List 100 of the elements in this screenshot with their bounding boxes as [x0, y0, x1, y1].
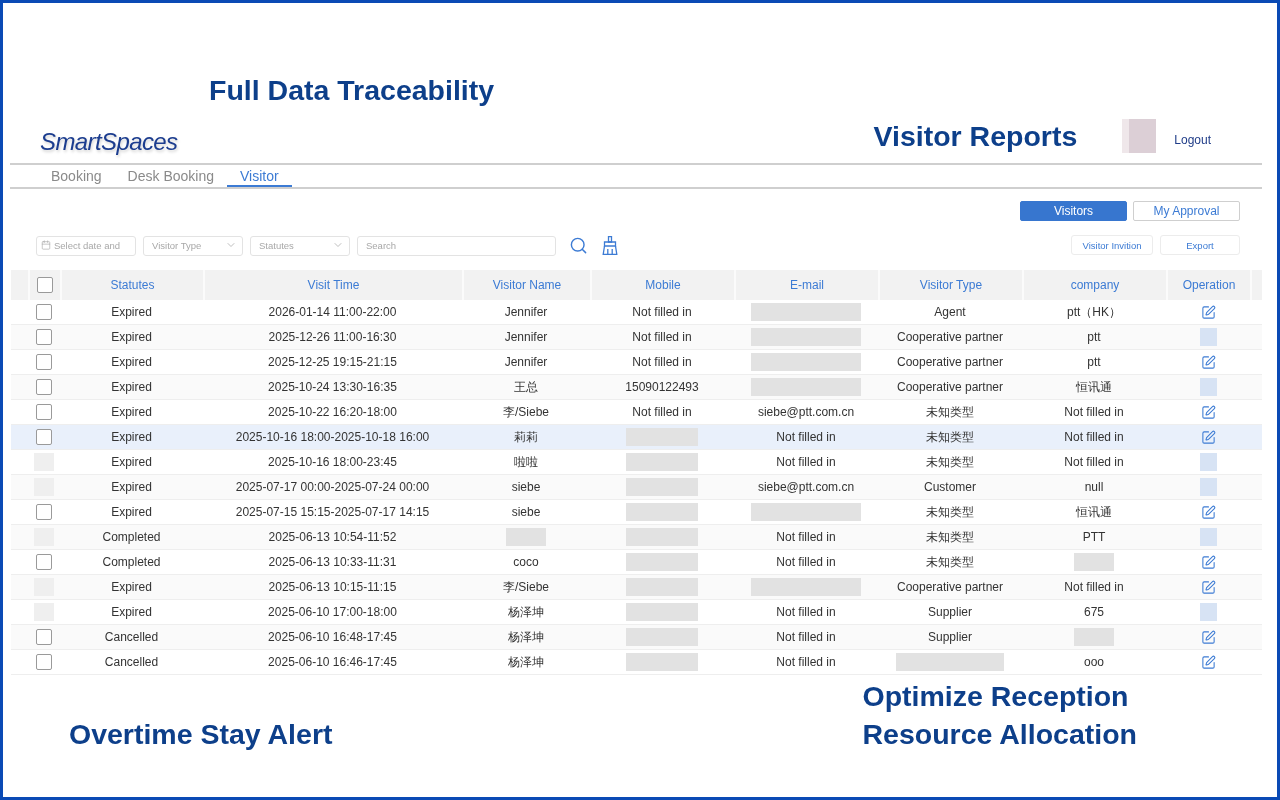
table-cell: 李/Siebe	[503, 578, 549, 596]
column-header[interactable]: company	[1070, 278, 1120, 292]
edit-icon[interactable]	[1200, 629, 1216, 645]
table-cell: Expired	[111, 330, 152, 344]
table-cell: Jennifer	[504, 330, 548, 344]
checkbox[interactable]	[36, 504, 52, 520]
column-header[interactable]: Visitor Name	[492, 278, 562, 292]
table-cell: Not filled in	[1064, 430, 1124, 444]
column-header[interactable]: Visit Time	[307, 278, 360, 292]
column-header[interactable]: Mobile	[645, 278, 681, 292]
table-cell: Jennifer	[504, 305, 548, 319]
edit-icon[interactable]	[1200, 354, 1216, 370]
action-button[interactable]: Visitor Invition	[1071, 235, 1153, 255]
table-cell: Not filled in	[776, 605, 836, 619]
table-cell: 未知类型	[926, 503, 974, 521]
edit-icon[interactable]	[1200, 429, 1216, 445]
table-cell: ptt	[1087, 330, 1101, 344]
view-toggle-button[interactable]: Visitors	[1020, 201, 1127, 221]
blurred-block	[1199, 378, 1217, 396]
checkbox[interactable]	[36, 354, 52, 370]
broom-icon[interactable]	[602, 235, 618, 255]
table-cell: 2025-06-13 10:15-11:15	[268, 580, 397, 594]
blurred-block	[626, 453, 698, 471]
app-logo: SmartSpaces	[40, 128, 178, 156]
table-cell: Not filled in	[1064, 455, 1124, 469]
table-cell: PTT	[1082, 530, 1106, 544]
table-cell: Expired	[111, 355, 152, 369]
table-cell: 2025-10-16 18:00-23:45	[268, 455, 397, 469]
callout-title: Full Data Traceability	[209, 73, 495, 108]
edit-icon[interactable]	[1200, 304, 1216, 320]
table-cell: Jennifer	[504, 355, 548, 369]
table-cell: coco	[513, 555, 539, 569]
blurred-block	[1199, 528, 1217, 546]
table-cell: null	[1084, 480, 1104, 494]
action-button[interactable]: Export	[1160, 235, 1240, 255]
table-cell: 2026-01-14 11:00-22:00	[268, 305, 397, 319]
table-cell: 莉莉	[514, 428, 538, 446]
checkbox[interactable]	[36, 404, 52, 420]
table-cell: Expired	[111, 380, 152, 394]
edit-icon[interactable]	[1200, 504, 1216, 520]
column-header[interactable]: E-mail	[790, 278, 824, 292]
column-header[interactable]: Statutes	[110, 278, 155, 292]
table-cell: 未知类型	[926, 453, 974, 471]
column-header[interactable]: Operation	[1182, 278, 1236, 292]
checkbox[interactable]	[36, 629, 52, 645]
view-toggle-button[interactable]: My Approval	[1133, 201, 1240, 221]
table-cell: 2025-10-24 13:30-16:35	[268, 380, 397, 394]
checkbox[interactable]	[36, 554, 52, 570]
checkbox[interactable]	[36, 329, 52, 345]
date-field[interactable]: Select date and	[36, 235, 136, 256]
table-cell: Not filled in	[776, 555, 836, 569]
edit-icon[interactable]	[1200, 554, 1216, 570]
nav-tab[interactable]: Visitor	[227, 165, 292, 187]
table-cell: Expired	[111, 455, 152, 469]
search-icon[interactable]	[569, 235, 588, 255]
checkbox[interactable]	[36, 304, 52, 320]
table-cell: 2025-10-22 16:20-18:00	[268, 405, 397, 419]
table-cell: siebe@ptt.com.cn	[757, 480, 855, 494]
table-cell: Not filled in	[776, 530, 836, 544]
table-cell: 未知类型	[926, 528, 974, 546]
callout-title: Overtime Stay Alert	[69, 717, 333, 752]
table-cell: 恒讯通	[1076, 503, 1112, 521]
blurred-block	[1199, 328, 1217, 346]
checkbox[interactable]	[36, 379, 52, 395]
checkbox[interactable]	[36, 429, 52, 445]
nav-tab[interactable]: Desk Booking	[114, 165, 227, 187]
logout-link[interactable]: Logout	[1174, 133, 1211, 147]
nav-tab[interactable]: Booking	[38, 165, 115, 187]
table-cell: Agent	[934, 305, 966, 319]
table-cell: 恒讯通	[1076, 378, 1112, 396]
edit-icon[interactable]	[1200, 579, 1216, 595]
checkbox[interactable]	[37, 277, 53, 293]
table-cell: Cooperative partner	[896, 580, 1004, 594]
table-cell: 王总	[514, 378, 538, 396]
table-cell: Not filled in	[776, 655, 836, 669]
blurred-block	[1074, 628, 1114, 646]
blurred-block	[1074, 553, 1114, 571]
table-cell: 李/Siebe	[503, 403, 549, 421]
table-cell: Completed	[102, 530, 161, 544]
edit-icon[interactable]	[1200, 654, 1216, 670]
table-cell: 未知类型	[926, 403, 974, 421]
table-cell: 2025-12-25 19:15-21:15	[268, 355, 397, 369]
search-field[interactable]: Search	[357, 235, 556, 256]
table-cell: 未知类型	[926, 428, 974, 446]
edit-icon[interactable]	[1200, 404, 1216, 420]
table-cell: Not filled in	[632, 355, 692, 369]
blurred-block	[626, 653, 698, 671]
table-cell: ptt	[1087, 355, 1101, 369]
blurred-block	[626, 578, 698, 596]
table-cell: Not filled in	[632, 305, 692, 319]
blurred-block	[1199, 453, 1217, 471]
checkbox[interactable]	[36, 654, 52, 670]
table-cell: 杨泽坤	[508, 653, 544, 671]
dropdown-field[interactable]: Statutes	[250, 235, 350, 256]
table-cell: 2025-06-10 16:46-17:45	[268, 655, 397, 669]
table-cell: 2025-12-26 11:00-16:30	[268, 330, 397, 344]
column-header[interactable]: Visitor Type	[919, 278, 983, 292]
dropdown-field[interactable]: Visitor Type	[143, 235, 243, 256]
table-cell: siebe@ptt.com.cn	[757, 405, 855, 419]
table-cell: 2025-07-17 00:00-2025-07-24 00:00	[235, 480, 430, 494]
